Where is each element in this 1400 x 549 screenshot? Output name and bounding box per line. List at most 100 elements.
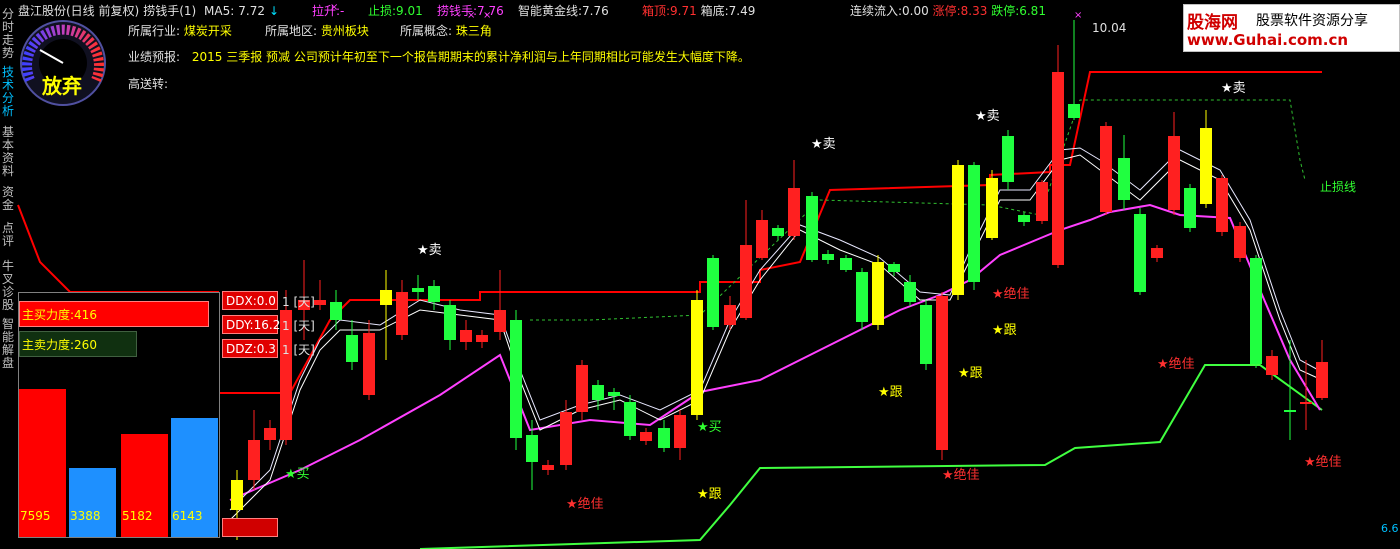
candle-body-35 [806, 196, 818, 260]
candle-body-54 [1134, 214, 1146, 292]
candle-body-36 [822, 254, 834, 260]
candle-body-42 [920, 305, 932, 364]
force-bar-1 [69, 468, 116, 537]
candle-body-31 [740, 245, 752, 318]
x-mark-1: × [467, 10, 475, 21]
price-high-label: 10.04 [1092, 21, 1127, 35]
signal-marker-2: ★卖 [975, 109, 1000, 124]
candle-body-37 [840, 258, 852, 270]
force-bar-label-3: 6143 [172, 509, 203, 523]
candle-body-53 [1118, 158, 1130, 200]
signal-marker-1: ★卖 [811, 137, 836, 152]
x-mark-2: × [483, 10, 491, 21]
candle-body-25 [640, 432, 652, 441]
candle-body-18 [526, 435, 538, 462]
candle-body-65 [1316, 362, 1328, 398]
signal-marker-10: ★绝佳 [566, 496, 604, 512]
candle-body-40 [888, 264, 900, 272]
candle-body-5 [314, 300, 326, 305]
ddx-unit-0: 1 [天] [282, 295, 315, 309]
candle-body-0 [231, 480, 243, 510]
candle-body-43 [936, 296, 948, 450]
candle-body-9 [380, 290, 392, 305]
signal-marker-4: ★买 [285, 467, 310, 482]
candle-body-23 [608, 392, 620, 396]
logo-subtitle: 股票软件资源分享 [1256, 13, 1368, 29]
stop-line-label: 止损线 [1320, 180, 1357, 194]
signal-marker-6: ★跟 [697, 487, 722, 502]
candle-body-45 [968, 165, 980, 282]
signal-marker-12: ★绝佳 [992, 286, 1030, 302]
candle-body-17 [510, 320, 522, 438]
candle-body-57 [1184, 188, 1196, 228]
price-low-label: 6.6 [1381, 522, 1399, 535]
candle-body-32 [756, 220, 768, 258]
candle-body-21 [576, 365, 588, 412]
candle-body-12 [428, 286, 440, 302]
signal-marker-9: ★跟 [992, 323, 1017, 338]
candle-body-38 [856, 272, 868, 322]
logo-title: 股海网 [1187, 13, 1238, 33]
candle-body-27 [674, 415, 686, 448]
force-bar-label-0: 7595 [20, 509, 51, 523]
signal-marker-13: ★绝佳 [1157, 356, 1195, 372]
force-panel: 主买力度:416 主卖力度:260 7595 3388 5182 6143 [18, 292, 220, 538]
candle-body-19 [542, 465, 554, 470]
signal-marker-3: ★卖 [1221, 81, 1246, 96]
signal-marker-5: ★买 [697, 420, 722, 435]
candle-body-20 [560, 412, 572, 465]
force-bar-label-2: 5182 [122, 509, 153, 523]
signal-marker-0: ★卖 [417, 243, 442, 258]
candle-body-30 [724, 305, 736, 325]
candle-body-60 [1234, 226, 1246, 258]
signal-marker-11: ★绝佳 [942, 467, 980, 483]
candle-body-16 [494, 310, 506, 332]
candle-body-28 [691, 300, 703, 415]
candle-body-47 [1002, 136, 1014, 182]
candle-body-41 [904, 282, 916, 302]
candle-body-48 [1018, 215, 1030, 222]
candle-body-6 [330, 302, 342, 320]
candle-body-52 [1100, 126, 1112, 212]
candle-body-26 [658, 428, 670, 448]
candle-body-62 [1266, 356, 1278, 375]
ddx-unit-1: 1 [天] [282, 319, 315, 333]
candle-body-49 [1036, 182, 1048, 221]
candle-body-64 [1300, 402, 1312, 404]
force-bar-label-1: 3388 [70, 509, 101, 523]
candle-body-44 [952, 165, 964, 295]
candle-body-15 [476, 335, 488, 342]
bottom-indicator-button[interactable] [222, 518, 278, 537]
price-line-lilac [229, 147, 1323, 511]
candle-body-55 [1151, 248, 1163, 258]
ddx-box-1[interactable]: DDY:16.2 [222, 315, 280, 334]
candle-body-29 [707, 258, 719, 327]
buy-force-box: 主买力度:416 [19, 301, 209, 327]
candle-body-7 [346, 335, 358, 362]
candle-body-1 [248, 440, 260, 480]
x-mark-3: × [1074, 10, 1082, 21]
candle-body-2 [264, 428, 276, 440]
candle-body-22 [592, 385, 604, 400]
signal-marker-8: ★跟 [958, 366, 983, 381]
candle-body-51 [1068, 104, 1080, 118]
candle-body-61 [1250, 258, 1262, 364]
candle-body-13 [444, 305, 456, 340]
candle-body-14 [460, 330, 472, 342]
ddx-unit-2: 1 [天] [282, 343, 315, 357]
ddx-box-2[interactable]: DDZ:0.3 [222, 339, 278, 358]
candle-body-50 [1052, 72, 1064, 265]
candle-body-58 [1200, 128, 1212, 204]
candle-body-11 [412, 288, 424, 292]
support-line [419, 364, 1323, 549]
logo-url: www.Guhai.com.cn [1187, 31, 1349, 49]
candle-body-34 [788, 188, 800, 236]
x-mark-0: × [330, 2, 338, 13]
candle-body-59 [1216, 178, 1228, 232]
candle-body-56 [1168, 136, 1180, 210]
price-line-white [229, 154, 1323, 521]
candle-body-24 [624, 402, 636, 436]
signal-marker-7: ★跟 [878, 385, 903, 400]
ddx-box-0[interactable]: DDX:0.0 [222, 291, 278, 310]
candle-body-39 [872, 262, 884, 325]
